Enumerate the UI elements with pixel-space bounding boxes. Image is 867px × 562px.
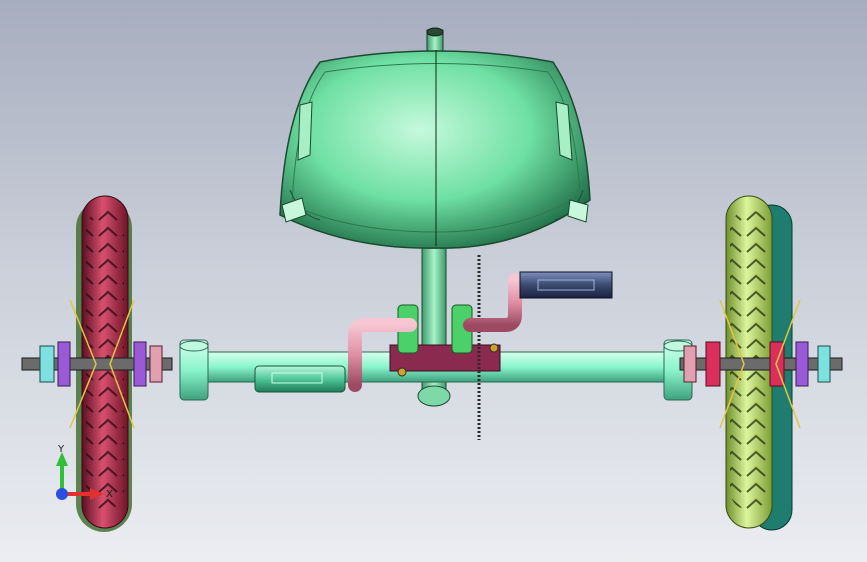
graphics-viewport[interactable]: Y X	[0, 0, 867, 562]
pedal-right[interactable]	[519, 271, 613, 299]
seat-bucket[interactable]	[279, 50, 591, 249]
pedal-left[interactable]	[254, 365, 346, 393]
cad-model-view[interactable]: Y X	[0, 0, 867, 562]
triad-z-axis	[56, 488, 68, 500]
wheel-right[interactable]	[679, 195, 843, 531]
crank-arm-right[interactable]	[463, 273, 522, 332]
wheel-left[interactable]	[21, 195, 173, 532]
triad-x-label: X	[106, 489, 113, 500]
triad-y-label: Y	[57, 444, 65, 455]
